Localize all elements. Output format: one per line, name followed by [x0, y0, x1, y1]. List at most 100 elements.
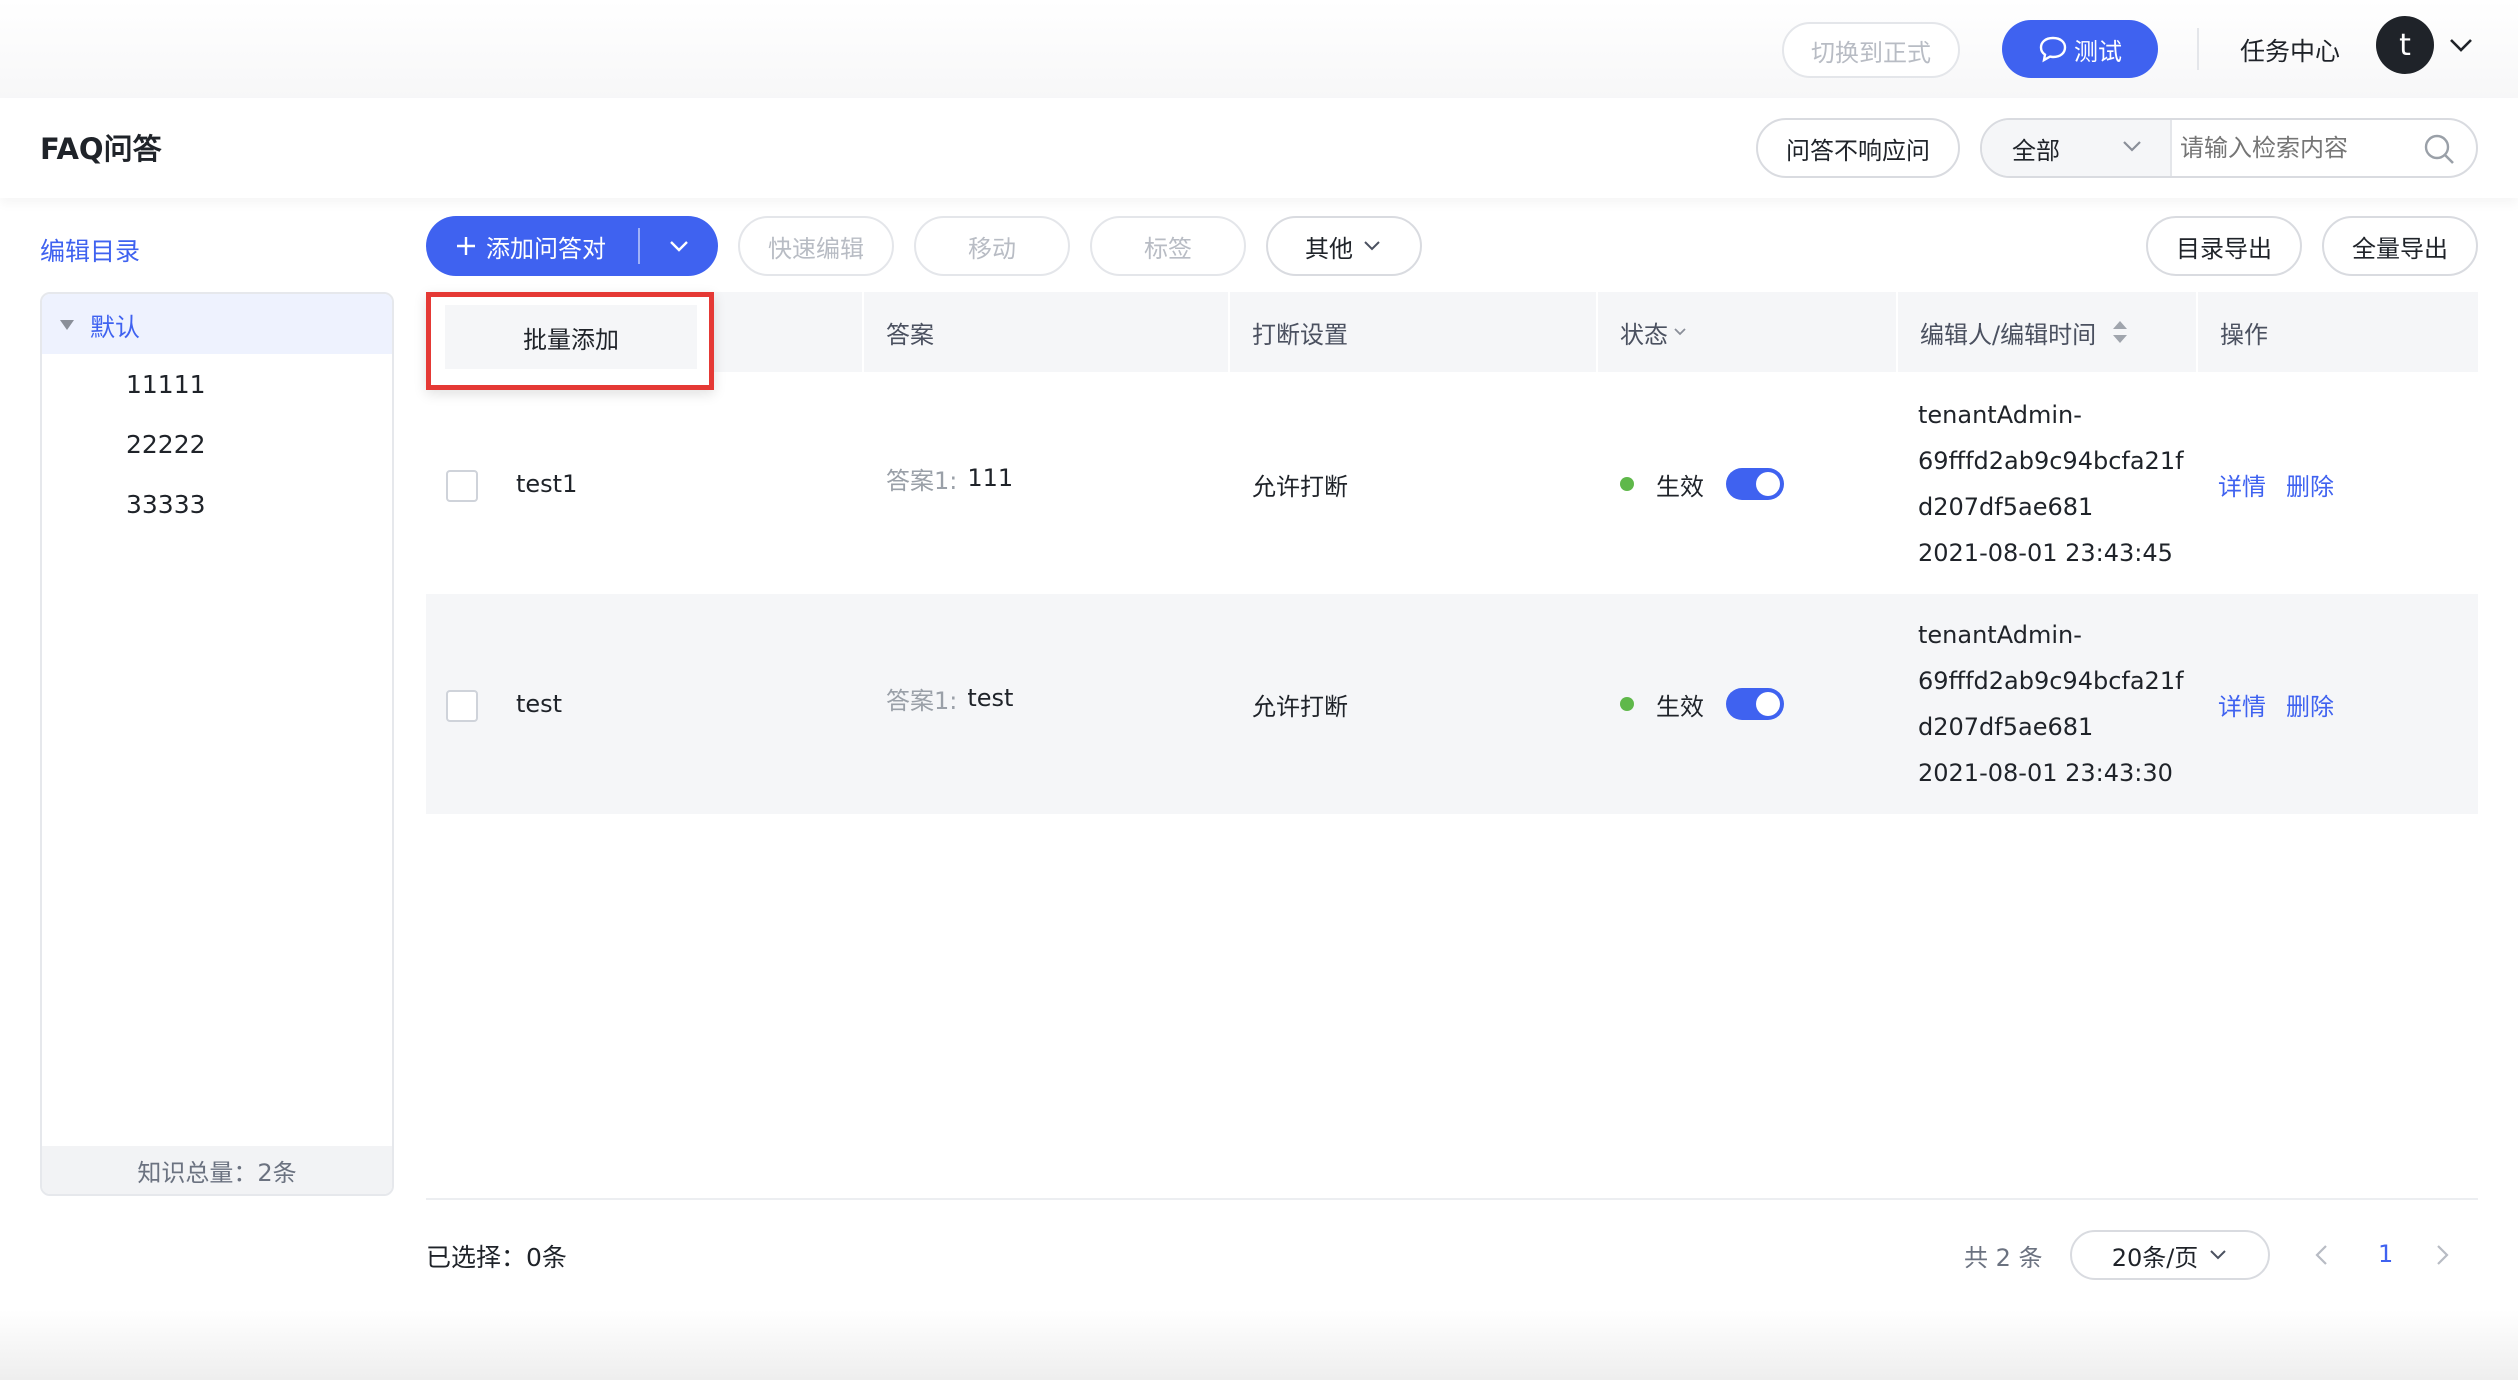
add-qa-label: 添加问答对	[486, 234, 606, 263]
question-text: test1	[516, 470, 578, 498]
answer-text: 111	[967, 464, 1014, 492]
filter-select[interactable]: 全部	[1982, 120, 2172, 176]
answer-prefix: 答案1:	[886, 466, 958, 495]
chevron-down-icon[interactable]	[666, 237, 692, 255]
status-header-label: 状态	[1620, 320, 1668, 349]
delete-link[interactable]: 删除	[2286, 374, 2334, 594]
selected-count: 已选择：0条	[426, 1243, 567, 1272]
column-header-status[interactable]: 状态	[1620, 292, 1688, 372]
test-label: 测试	[2074, 37, 2122, 66]
chat-bubble-icon	[2039, 36, 2067, 63]
status-toggle[interactable]	[1726, 468, 1784, 500]
status-cell: 生效	[1656, 594, 1704, 814]
chevron-left-icon[interactable]	[2312, 1242, 2332, 1268]
status-dot	[1620, 477, 1634, 491]
tag-button[interactable]: 标签	[1090, 216, 1246, 276]
question-cell: test	[516, 594, 562, 814]
knowledge-total-label: 知识总量：2条	[137, 1158, 297, 1187]
quick-edit-label: 快速编辑	[768, 234, 864, 263]
switch-label: 切换到正式	[1811, 38, 1931, 67]
column-header-interrupt: 打断设置	[1252, 292, 1348, 372]
delete-link[interactable]: 删除	[2286, 594, 2334, 814]
chevron-down-icon	[2210, 1250, 2227, 1260]
status-cell: 生效	[1656, 374, 1704, 594]
column-separator	[2196, 292, 2198, 372]
status-toggle[interactable]	[1726, 688, 1784, 720]
tree-item-root[interactable]: 默认	[42, 294, 392, 354]
editor-line: d207df5ae681	[1918, 713, 2094, 741]
answer-prefix: 答案1:	[886, 686, 958, 715]
detail-link[interactable]: 详情	[2218, 374, 2266, 594]
task-center-link[interactable]: 任务中心	[2240, 32, 2340, 68]
status-text: 生效	[1656, 692, 1704, 721]
chevron-down-icon	[1674, 328, 1686, 336]
move-button[interactable]: 移动	[914, 216, 1070, 276]
editor-line: 69fffd2ab9c94bcfa21f	[1918, 667, 2184, 695]
export-directory-label: 目录导出	[2176, 234, 2272, 263]
page-title: FAQ问答	[40, 132, 162, 166]
no-response-button[interactable]: 问答不响应问	[1756, 118, 1960, 178]
avatar-letter: t	[2399, 27, 2411, 63]
column-header-editor[interactable]: 编辑人/编辑时间	[1920, 292, 2130, 372]
row-checkbox[interactable]	[446, 470, 478, 502]
column-separator	[1896, 292, 1898, 372]
search-input[interactable]	[2178, 126, 2408, 170]
table-row: test1 答案1: 111 允许打断 生效 tenantAdmin- 69ff…	[426, 374, 2478, 594]
column-separator	[1596, 292, 1598, 372]
quick-edit-button[interactable]: 快速编辑	[738, 216, 894, 276]
table-row: test 答案1: test 允许打断 生效 tenantAdmin- 69ff…	[426, 594, 2478, 814]
tree-item-11111[interactable]: 11111	[126, 370, 206, 399]
chevron-down-icon	[1364, 241, 1380, 251]
caret-down-icon[interactable]	[58, 318, 76, 332]
add-qa-button-group: 添加问答对	[426, 216, 718, 276]
add-qa-button[interactable]: 添加问答对	[426, 216, 606, 276]
other-dropdown-button[interactable]: 其他	[1266, 216, 1422, 276]
column-separator	[862, 292, 864, 372]
actions-header-label: 操作	[2220, 320, 2268, 349]
editor-line: tenantAdmin-	[1918, 401, 2082, 429]
column-header-answer: 答案	[886, 292, 934, 372]
directory-tree: 默认 11111 22222 33333 知识总量：2条	[40, 292, 394, 1196]
batch-add-label: 批量添加	[523, 325, 619, 354]
search-icon[interactable]	[2422, 132, 2456, 166]
no-response-label: 问答不响应问	[1786, 136, 1930, 165]
plus-icon	[457, 237, 475, 255]
chevron-right-icon[interactable]	[2432, 1242, 2452, 1268]
editor-line: 69fffd2ab9c94bcfa21f	[1918, 447, 2184, 475]
total-count: 共 2 条	[1964, 1244, 2043, 1272]
export-all-button[interactable]: 全量导出	[2322, 216, 2478, 276]
tree-item-33333[interactable]: 33333	[126, 490, 206, 519]
edit-directory-link[interactable]: 编辑目录	[40, 232, 140, 268]
editor-line: tenantAdmin-	[1918, 621, 2082, 649]
interrupt-text: 允许打断	[1252, 692, 1348, 721]
answer-text: test	[967, 684, 1014, 712]
tree-item-22222[interactable]: 22222	[126, 430, 206, 459]
page-size-select[interactable]: 20条/页	[2070, 1230, 2270, 1280]
editor-header-label: 编辑人/编辑时间	[1920, 320, 2097, 349]
other-label: 其他	[1305, 234, 1353, 263]
editor-cell: tenantAdmin- 69fffd2ab9c94bcfa21f d207df…	[1918, 392, 2184, 576]
page-number-current[interactable]: 1	[2378, 1240, 2393, 1268]
tag-label: 标签	[1144, 234, 1192, 263]
export-all-label: 全量导出	[2352, 234, 2448, 263]
batch-add-menu-item[interactable]: 批量添加	[445, 305, 697, 369]
switch-to-production-button[interactable]: 切换到正式	[1782, 22, 1960, 78]
question-cell: test1	[516, 374, 577, 594]
sort-icon[interactable]	[2110, 318, 2130, 346]
window-bottom-edge	[0, 1310, 2518, 1380]
move-label: 移动	[968, 234, 1016, 263]
test-button[interactable]: 测试	[2002, 20, 2158, 78]
edit-time: 2021-08-01 23:43:30	[1918, 759, 2173, 787]
search-group: 全部	[1980, 118, 2478, 178]
filter-value: 全部	[2012, 136, 2060, 165]
answer-cell: 答案1: test	[886, 594, 1013, 802]
row-checkbox[interactable]	[446, 690, 478, 722]
interrupt-text: 允许打断	[1252, 472, 1348, 501]
avatar[interactable]: t	[2376, 16, 2434, 74]
export-directory-button[interactable]: 目录导出	[2146, 216, 2302, 276]
table-header: 答案 打断设置 状态 编辑人/编辑时间 操作	[426, 292, 2478, 372]
detail-link[interactable]: 详情	[2218, 594, 2266, 814]
column-separator	[1228, 292, 1230, 372]
chevron-down-icon[interactable]	[2448, 36, 2474, 54]
status-dot	[1620, 697, 1634, 711]
